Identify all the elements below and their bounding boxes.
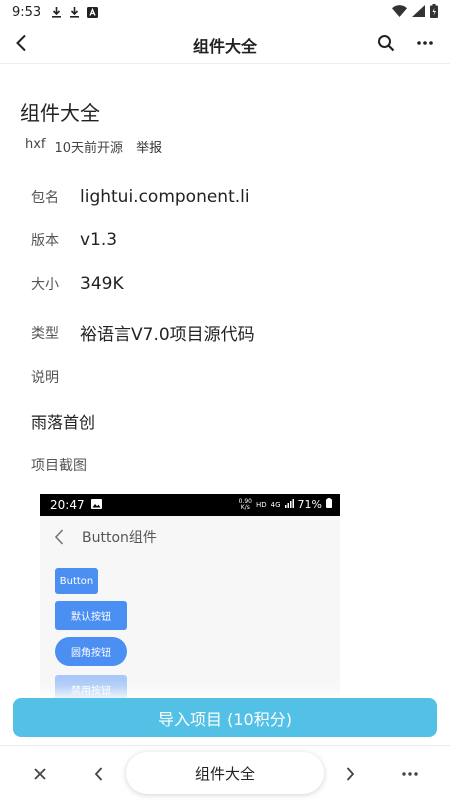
more-options-button[interactable] bbox=[412, 31, 438, 55]
description-text: 雨落首创 bbox=[31, 413, 96, 432]
info-label: 大小 bbox=[31, 277, 59, 293]
info-row-type: 类型 裕语言V7.0项目源代码 bbox=[31, 320, 255, 345]
search-button[interactable] bbox=[374, 31, 398, 55]
hd-label: HD bbox=[256, 500, 267, 509]
author[interactable]: hxf bbox=[25, 137, 46, 156]
bottom-navigation-bar: 组件大全 bbox=[0, 745, 450, 800]
download-icon bbox=[51, 6, 62, 18]
more-icon bbox=[402, 772, 418, 776]
info-row-size: 大小 349K bbox=[31, 274, 124, 294]
network-label: 4G bbox=[270, 500, 281, 509]
menu-button[interactable] bbox=[398, 762, 422, 786]
current-tab[interactable]: 组件大全 bbox=[126, 752, 324, 794]
battery-icon bbox=[326, 498, 332, 511]
info-value: lightui.component.li bbox=[80, 187, 250, 207]
project-name: 组件大全 bbox=[20, 101, 100, 125]
screenshot-title: Button组件 bbox=[82, 530, 157, 546]
app-bar: 组件大全 bbox=[0, 24, 450, 64]
info-row-version: 版本 v1.3 bbox=[31, 230, 117, 250]
search-icon bbox=[378, 35, 395, 52]
nav-forward-button[interactable] bbox=[338, 762, 362, 786]
info-label: 版本 bbox=[31, 233, 59, 249]
status-bar: 9:53 bbox=[0, 0, 450, 24]
report-link[interactable]: 举报 bbox=[136, 137, 162, 156]
demo-rounded-button: 圆角按钮 bbox=[55, 637, 127, 666]
demo-button: Button bbox=[55, 568, 98, 594]
battery-percent: 71% bbox=[297, 498, 322, 511]
chevron-right-icon bbox=[346, 767, 354, 781]
close-button[interactable] bbox=[28, 762, 52, 786]
published-time: 10天前开源 bbox=[54, 141, 124, 156]
status-time: 9:53 bbox=[12, 4, 42, 20]
info-value: v1.3 bbox=[80, 230, 118, 250]
net-speed: 0.90 K/s bbox=[238, 497, 252, 511]
project-meta: hxf 10天前开源 举报 bbox=[25, 137, 162, 156]
screenshot-header: Button组件 bbox=[40, 520, 340, 554]
nav-back-button[interactable] bbox=[86, 762, 110, 786]
project-screenshot[interactable]: 20:47 0.90 K/s HD 4G 71% Button组件 Button… bbox=[40, 494, 340, 706]
screenshot-time: 20:47 bbox=[50, 498, 85, 512]
demo-default-button: 默认按钮 bbox=[55, 601, 127, 630]
screenshot-status-bar: 20:47 0.90 K/s HD 4G 71% bbox=[40, 494, 340, 516]
info-label: 包名 bbox=[31, 190, 59, 206]
screenshot-indicators: 0.90 K/s HD 4G 71% bbox=[239, 498, 332, 511]
image-icon bbox=[90, 498, 102, 512]
app-notification-icon bbox=[87, 6, 99, 18]
description-label: 说明 bbox=[31, 370, 59, 386]
back-arrow-icon bbox=[54, 527, 74, 547]
info-row-package: 包名 lightui.component.li bbox=[31, 187, 250, 207]
wifi-icon bbox=[392, 5, 407, 21]
signal-icon bbox=[284, 498, 294, 511]
more-icon bbox=[417, 41, 433, 45]
info-label: 类型 bbox=[31, 325, 59, 342]
download-icon bbox=[69, 6, 80, 18]
status-indicators bbox=[392, 4, 438, 22]
chevron-left-icon bbox=[94, 767, 102, 781]
battery-icon bbox=[430, 4, 438, 22]
screenshots-label: 项目截图 bbox=[31, 458, 87, 474]
import-project-button[interactable]: 导入项目 (10积分) bbox=[13, 698, 437, 737]
signal-icon bbox=[412, 5, 425, 21]
info-value: 裕语言V7.0项目源代码 bbox=[80, 325, 255, 345]
close-icon bbox=[34, 768, 46, 780]
info-value: 349K bbox=[80, 274, 124, 294]
